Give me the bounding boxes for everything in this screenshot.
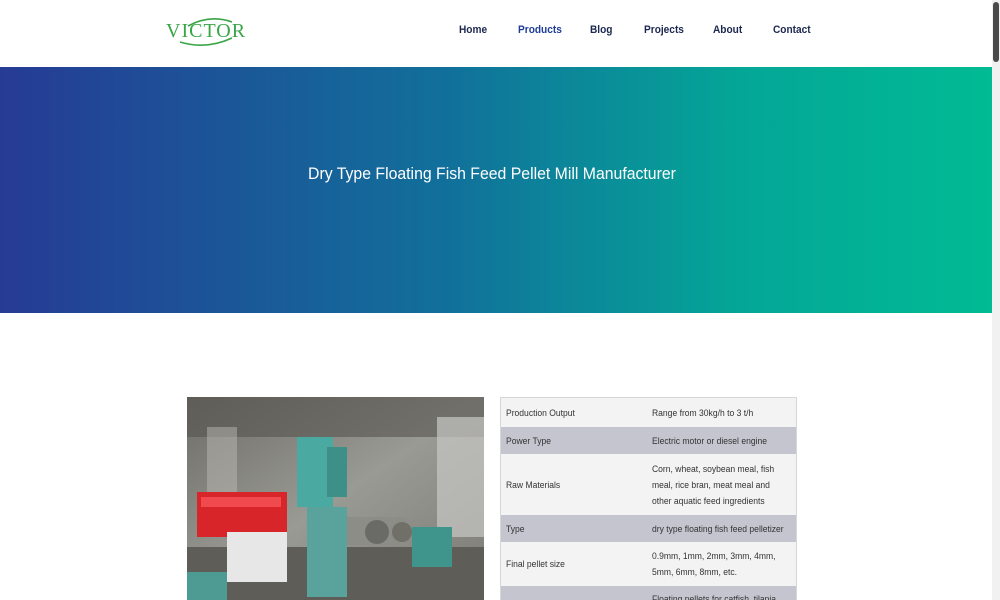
spec-value: Range from 30kg/h to 3 t/h [652,407,754,418]
spec-key: Final pellet size [506,559,565,569]
spec-value: Electric motor or diesel engine [652,435,768,446]
spec-key: Power Type [506,435,552,446]
table-row: Final pellet size 0.9mm, 1mm, 2mm, 3mm, … [501,542,796,586]
scrollbar-thumb[interactable] [993,2,999,62]
table-row: Power Type Electric motor or diesel engi… [501,427,796,454]
spec-key: Type [506,523,525,534]
site-header: VICTOR Home Products Blog Projects About… [0,0,992,67]
page-scrollbar[interactable] [992,0,1000,600]
nav-about[interactable]: About [713,24,742,36]
victor-logo[interactable]: VICTOR [166,14,246,48]
logo-text: VICTOR [166,20,247,42]
table-row: Floating pellets for catfish, tilapia [501,586,796,600]
nav-products[interactable]: Products [518,24,562,36]
nav-projects[interactable]: Projects [644,24,684,36]
table-row: Raw Materials Corn, wheat, soybean meal,… [501,454,796,515]
pellet-mill-photo-icon [187,397,484,600]
nav-contact[interactable]: Contact [773,24,811,36]
spec-value: dry type floating fish feed pelletizer [652,523,784,534]
nav-blog[interactable]: Blog [590,24,612,36]
spec-value: 0.9mm, 1mm, 2mm, 3mm, 4mm, 5mm, 6mm, 8mm… [652,551,776,577]
spec-value: Floating pellets for catfish, tilapia [652,594,777,600]
nav-home[interactable]: Home [459,24,487,36]
spec-value: Corn, wheat, soybean meal, fish meal, ri… [652,463,775,506]
specs-table: Production Output Range from 30kg/h to 3… [500,397,797,600]
spec-key: Raw Materials [506,479,561,490]
page-title: Dry Type Floating Fish Feed Pellet Mill … [308,164,676,183]
product-image [187,397,484,600]
hero-banner: Dry Type Floating Fish Feed Pellet Mill … [0,67,992,313]
spec-key: Production Output [506,407,575,418]
table-row: Type dry type floating fish feed pelleti… [501,515,796,542]
table-row: Production Output Range from 30kg/h to 3… [501,398,796,427]
